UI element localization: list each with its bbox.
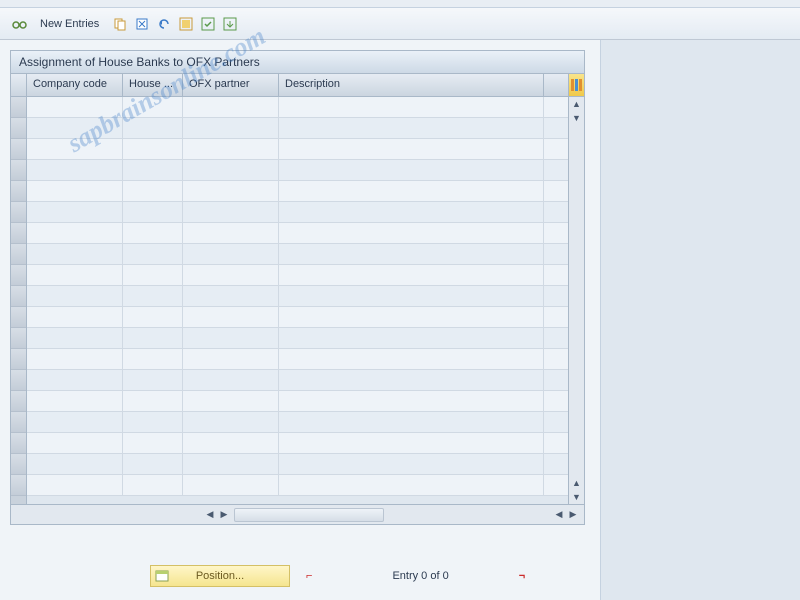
table-row[interactable] bbox=[27, 223, 568, 244]
table-row[interactable] bbox=[27, 97, 568, 118]
column-header-ofx-partner[interactable]: OFX partner bbox=[183, 74, 279, 96]
row-selector[interactable] bbox=[11, 202, 26, 223]
row-selector[interactable] bbox=[11, 391, 26, 412]
table-row[interactable] bbox=[27, 370, 568, 391]
row-selector[interactable] bbox=[11, 223, 26, 244]
row-selector[interactable] bbox=[11, 454, 26, 475]
column-config-icon[interactable] bbox=[569, 74, 584, 97]
copy-icon[interactable] bbox=[112, 16, 128, 32]
row-selector[interactable] bbox=[11, 349, 26, 370]
application-toolbar: New Entries bbox=[0, 8, 800, 40]
deselect-all-icon[interactable] bbox=[200, 16, 216, 32]
table-row[interactable] bbox=[27, 454, 568, 475]
bracket-right: ¬ bbox=[519, 570, 525, 582]
delete-icon[interactable] bbox=[134, 16, 150, 32]
table-row[interactable] bbox=[27, 202, 568, 223]
select-all-icon[interactable] bbox=[178, 16, 194, 32]
export-icon[interactable] bbox=[222, 16, 238, 32]
table-row[interactable] bbox=[27, 412, 568, 433]
table-row[interactable] bbox=[27, 244, 568, 265]
main-panel: Assignment of House Banks to OFX Partner… bbox=[10, 50, 585, 525]
row-selector[interactable] bbox=[11, 160, 26, 181]
scroll-left-icon[interactable]: ◀ bbox=[203, 510, 217, 519]
grid-header-row: Company code House ... OFX partner Descr… bbox=[27, 74, 568, 97]
row-selector[interactable] bbox=[11, 118, 26, 139]
table-row[interactable] bbox=[27, 475, 568, 496]
entry-counter: Entry 0 of 0 bbox=[392, 570, 448, 582]
scroll-down-icon[interactable]: ▼ bbox=[570, 111, 584, 125]
position-icon bbox=[155, 569, 169, 583]
scroll-up-icon[interactable]: ▲ bbox=[570, 97, 584, 111]
position-button-label: Position... bbox=[196, 570, 244, 582]
glasses-detail-icon[interactable] bbox=[11, 16, 27, 32]
table-row[interactable] bbox=[27, 118, 568, 139]
table-row[interactable] bbox=[27, 160, 568, 181]
scrollbar-thumb[interactable] bbox=[234, 508, 384, 522]
row-selector[interactable] bbox=[11, 286, 26, 307]
table-row[interactable] bbox=[27, 349, 568, 370]
column-header-house[interactable]: House ... bbox=[123, 74, 183, 96]
row-selector[interactable] bbox=[11, 475, 26, 496]
row-selector[interactable] bbox=[11, 244, 26, 265]
scroll-right-icon[interactable]: ▶ bbox=[217, 510, 231, 519]
table-row[interactable] bbox=[27, 181, 568, 202]
footer-bar: Position... ⌐ Entry 0 of 0 ¬ bbox=[10, 565, 600, 587]
panel-title: Assignment of House Banks to OFX Partner… bbox=[11, 51, 584, 74]
table-row[interactable] bbox=[27, 307, 568, 328]
scroll-right-icon[interactable]: ▶ bbox=[566, 510, 580, 519]
row-selector[interactable] bbox=[11, 307, 26, 328]
scroll-down-icon[interactable]: ▼ bbox=[570, 490, 584, 504]
table-row[interactable] bbox=[27, 433, 568, 454]
table-row[interactable] bbox=[27, 265, 568, 286]
new-entries-button[interactable]: New Entries bbox=[30, 15, 109, 33]
row-selector[interactable] bbox=[11, 181, 26, 202]
scroll-left-icon[interactable]: ◀ bbox=[552, 510, 566, 519]
vertical-scrollbar: ▲ ▼ ▲ ▼ bbox=[568, 74, 584, 504]
table-row[interactable] bbox=[27, 286, 568, 307]
column-header-company-code[interactable]: Company code bbox=[27, 74, 123, 96]
row-selector[interactable] bbox=[11, 97, 26, 118]
row-selector[interactable] bbox=[11, 265, 26, 286]
row-selector[interactable] bbox=[11, 328, 26, 349]
data-grid: Company code House ... OFX partner Descr… bbox=[11, 74, 584, 504]
bracket-left: ⌐ bbox=[306, 570, 312, 582]
right-empty-pane bbox=[600, 40, 800, 600]
position-button[interactable]: Position... bbox=[150, 565, 290, 587]
row-selector[interactable] bbox=[11, 139, 26, 160]
undo-icon[interactable] bbox=[156, 16, 172, 32]
table-row[interactable] bbox=[27, 328, 568, 349]
row-selector[interactable] bbox=[11, 412, 26, 433]
horizontal-scrollbar: ◀ ▶ ◀ ▶ bbox=[11, 504, 584, 524]
row-selector[interactable] bbox=[11, 370, 26, 391]
column-header-description[interactable]: Description bbox=[279, 74, 544, 96]
scroll-up-icon[interactable]: ▲ bbox=[570, 476, 584, 490]
table-row[interactable] bbox=[27, 391, 568, 412]
table-row[interactable] bbox=[27, 139, 568, 160]
row-selector[interactable] bbox=[11, 433, 26, 454]
row-selector-column bbox=[11, 74, 27, 504]
